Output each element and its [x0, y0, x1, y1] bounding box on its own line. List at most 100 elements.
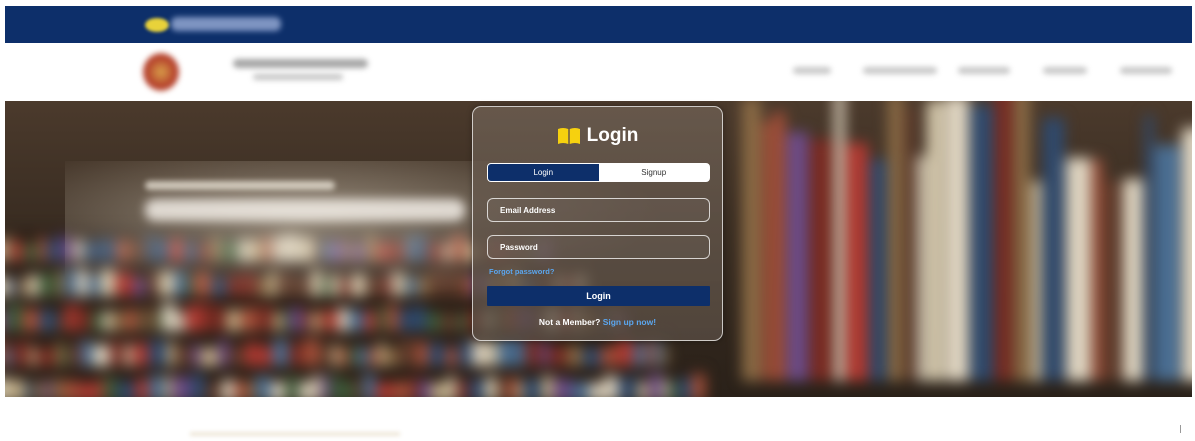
- book-spine: [201, 348, 218, 366]
- book-spine: [358, 347, 368, 366]
- nav-item-4[interactable]: [1043, 67, 1087, 74]
- scroll-marker: [1180, 425, 1181, 433]
- book-spine: [111, 341, 124, 366]
- member-prompt-text: Not a Member?: [538, 317, 601, 327]
- book-spine: [1155, 145, 1180, 381]
- book-spine: [678, 378, 691, 397]
- book-spine: [273, 340, 288, 366]
- book-spine: [846, 143, 868, 381]
- book-spine: [394, 382, 411, 397]
- book-spine: [429, 343, 445, 366]
- book-spine: [18, 278, 27, 296]
- book-spine: [26, 382, 33, 397]
- book-spine: [1182, 128, 1192, 381]
- book-spine: [419, 381, 430, 397]
- book-spine: [304, 339, 319, 366]
- book-spine: [457, 381, 468, 397]
- book-spine: [1123, 179, 1143, 381]
- book-spine: [274, 312, 282, 331]
- book-spine: [583, 348, 600, 366]
- book-spine: [554, 379, 571, 397]
- section-divider-blurred: [190, 432, 400, 436]
- book-spine: [113, 311, 125, 331]
- book-spine: [787, 132, 808, 381]
- password-field: [487, 235, 710, 259]
- book-spine: [447, 377, 456, 397]
- forgot-password-link[interactable]: Forgot password?: [489, 267, 554, 276]
- book-spine: [662, 379, 668, 397]
- book-spine: [299, 382, 311, 397]
- book-spine: [835, 101, 844, 381]
- book-spine: [488, 342, 498, 366]
- book-spine: [412, 376, 418, 397]
- book-spine: [5, 348, 12, 366]
- nav-item-5[interactable]: [1120, 67, 1172, 74]
- book-spine: [350, 310, 364, 331]
- book-spine: [133, 343, 148, 366]
- top-bar-logo-icon: [145, 18, 169, 32]
- book-spine: [472, 341, 487, 366]
- book-spine: [572, 382, 588, 397]
- nav-item-1[interactable]: [793, 67, 831, 74]
- book-spine: [567, 346, 582, 366]
- site-header: [5, 43, 1192, 101]
- book-spine: [320, 344, 331, 366]
- book-spine: [349, 346, 357, 366]
- book-spine: [524, 379, 541, 397]
- emblem-logo-icon[interactable]: [143, 53, 179, 91]
- book-spine: [654, 340, 661, 366]
- book-spine: [259, 306, 273, 331]
- book-spine: [72, 344, 79, 366]
- book-spine: [147, 307, 153, 331]
- book-spine: [125, 345, 132, 366]
- book-spine: [1093, 159, 1102, 381]
- book-spine: [7, 304, 22, 331]
- book-spine: [322, 376, 329, 397]
- signup-prompt: Not a Member? Sign up now!: [473, 317, 722, 327]
- book-spine: [13, 342, 29, 366]
- book-spine: [319, 310, 326, 331]
- book-spine: [222, 380, 234, 397]
- password-input[interactable]: [488, 236, 709, 258]
- book-spine: [1066, 158, 1091, 381]
- tab-signup[interactable]: Signup: [598, 164, 709, 181]
- book-spine: [5, 378, 9, 397]
- book-spine: [80, 341, 92, 366]
- book-spine: [5, 278, 10, 296]
- open-book-icon: [557, 128, 580, 144]
- book-spine: [118, 382, 135, 397]
- book-spine: [204, 304, 216, 331]
- auth-tabs: Login Signup: [487, 163, 710, 182]
- org-subtitle-blurred: [253, 74, 343, 80]
- book-spine: [442, 313, 457, 331]
- book-spine: [23, 309, 39, 331]
- book-spine: [773, 112, 785, 381]
- book-spine: [542, 376, 553, 397]
- signup-link[interactable]: Sign up now!: [603, 317, 656, 327]
- book-spine: [52, 379, 62, 397]
- book-spine: [260, 346, 272, 366]
- book-spine: [617, 340, 633, 366]
- book-spine: [669, 382, 677, 397]
- book-spine: [77, 308, 90, 331]
- book-spine: [369, 348, 377, 366]
- nav-item-2[interactable]: [863, 67, 937, 74]
- login-title: Login: [473, 125, 722, 147]
- book-spine: [229, 346, 244, 366]
- book-spine: [810, 139, 833, 381]
- tab-login[interactable]: Login: [488, 164, 599, 181]
- hero-headline-blurred: [145, 199, 465, 221]
- book-spine: [30, 347, 36, 366]
- book-spine: [1145, 115, 1153, 381]
- email-input[interactable]: [488, 199, 709, 221]
- book-spine: [515, 340, 525, 366]
- book-spine: [149, 376, 164, 397]
- book-spine: [167, 342, 175, 366]
- book-spine: [330, 375, 340, 397]
- book-spine: [355, 379, 363, 397]
- book-spine: [888, 101, 903, 381]
- book-spine: [311, 312, 318, 331]
- book-spine: [303, 310, 310, 331]
- login-submit-button[interactable]: Login: [487, 286, 710, 306]
- nav-item-3[interactable]: [958, 67, 1010, 74]
